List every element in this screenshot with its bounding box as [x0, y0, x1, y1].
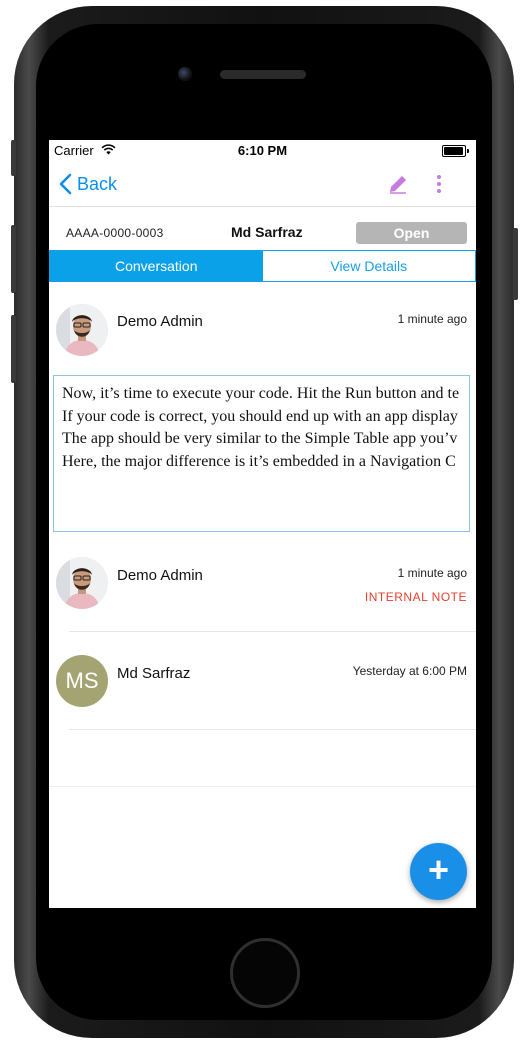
avatar	[56, 304, 108, 356]
message-text: Now, it’s time to execute your code. Hit…	[54, 376, 469, 473]
power-button	[513, 228, 518, 300]
author-name: Demo Admin	[117, 313, 203, 330]
front-camera	[178, 67, 192, 81]
timestamp: 1 minute ago	[397, 566, 467, 580]
back-button[interactable]: Back	[59, 170, 117, 198]
navigation-bar: Back	[49, 162, 476, 207]
author-name: Demo Admin	[117, 567, 203, 584]
battery-icon	[442, 145, 469, 157]
plus-icon: +	[427, 849, 450, 890]
earpiece-speaker	[220, 70, 306, 79]
home-button[interactable]	[230, 938, 300, 1008]
internal-note-badge: INTERNAL NOTE	[364, 590, 467, 604]
divider	[69, 729, 476, 730]
person-photo-icon	[56, 557, 108, 609]
avatar-initials: MS	[56, 655, 108, 707]
message-body[interactable]: Now, it’s time to execute your code. Hit…	[53, 375, 470, 532]
divider	[69, 631, 476, 632]
volume-up-button	[11, 225, 16, 293]
author-name: Md Sarfraz	[117, 665, 191, 682]
edit-pencil-icon[interactable]	[386, 172, 410, 196]
back-chevron-icon	[59, 173, 72, 195]
ticket-header: AAAA-0000-0003 Md Sarfraz Open	[49, 207, 476, 249]
message-line: If your code is correct, you should end …	[62, 407, 458, 425]
mute-switch	[11, 140, 16, 176]
status-bar: Carrier 6:10 PM	[49, 140, 476, 162]
volume-down-button	[11, 315, 16, 383]
add-reply-button[interactable]: +	[410, 843, 467, 900]
person-photo-icon	[56, 304, 108, 356]
app-screen: Carrier 6:10 PM Back AAAA-0000-0003 Md S…	[49, 140, 476, 908]
ticket-id: AAAA-0000-0003	[66, 226, 164, 240]
message-line: The app should be very similar to the Si…	[62, 430, 458, 447]
more-options-icon[interactable]	[435, 174, 443, 194]
timestamp: Yesterday at 6:00 PM	[352, 664, 467, 678]
tab-view-details[interactable]: View Details	[262, 251, 475, 281]
avatar	[56, 557, 108, 609]
tab-conversation[interactable]: Conversation	[50, 251, 263, 281]
divider	[49, 786, 476, 787]
back-label: Back	[77, 173, 118, 194]
message-line: Now, it’s time to execute your code. Hit…	[62, 385, 460, 402]
clock: 6:10 PM	[237, 143, 288, 158]
tab-bar: Conversation View Details	[49, 250, 476, 282]
status-badge[interactable]: Open	[356, 222, 467, 244]
requester-name: Md Sarfraz	[231, 224, 303, 240]
message-line: Here, the major difference is it’s embed…	[62, 452, 456, 470]
timestamp: 1 minute ago	[397, 312, 467, 326]
